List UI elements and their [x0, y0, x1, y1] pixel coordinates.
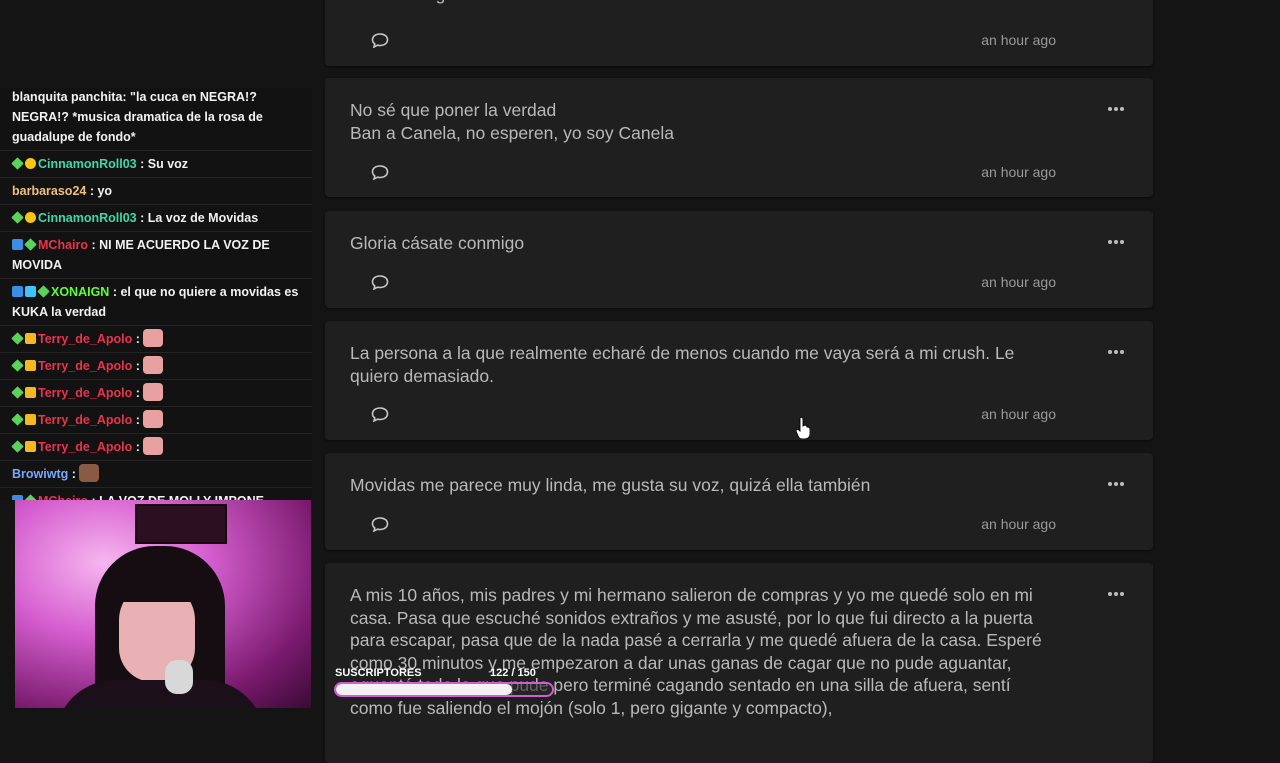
diamond-badge-icon — [11, 211, 24, 224]
webcam-feed — [15, 500, 311, 708]
confession-text: Gloria cásate conmigo — [350, 233, 525, 253]
chat-message: Terry_de_Apolo : — [0, 380, 312, 407]
chat-text: : La voz de Movidas — [140, 211, 259, 225]
more-options-icon[interactable] — [1108, 473, 1126, 486]
chat-username[interactable]: Terry_de_Apolo — [38, 413, 132, 427]
post-timestamp: an hour ago — [981, 406, 1056, 422]
emote-icon — [143, 356, 164, 374]
chat-message: Terry_de_Apolo : — [0, 407, 312, 434]
stream-chat: blanquita panchita: "la cuca en NEGRA!? … — [0, 88, 312, 500]
chat-username[interactable]: CinnamonRoll03 — [38, 211, 137, 225]
sub-badge-icon — [12, 286, 23, 297]
chat-text: : — [71, 467, 76, 481]
cube-badge-icon — [25, 286, 36, 297]
confession-card: No sé que poner la verdad Ban a Canela, … — [325, 78, 1153, 197]
crown-badge-icon — [25, 360, 36, 371]
post-timestamp: an hour ago — [981, 32, 1056, 48]
chat-text: blanquita panchita: "la cuca en NEGRA!? … — [12, 90, 263, 144]
subscriber-goal: SUSCRIPTORES 122 / 150 — [334, 667, 554, 699]
hand-cursor-icon — [796, 417, 810, 439]
diamond-badge-icon — [24, 238, 37, 251]
chat-text: : yo — [89, 184, 113, 198]
more-options-icon[interactable] — [1108, 231, 1126, 244]
chat-message: CinnamonRoll03 : Su voz — [0, 151, 312, 178]
crown-badge-icon — [25, 387, 36, 398]
more-options-icon[interactable] — [1108, 98, 1126, 111]
diamond-badge-icon — [11, 386, 24, 399]
subscriber-goal-count: 122 / 150 — [490, 667, 536, 679]
sub-badge-icon — [12, 239, 23, 250]
chat-message: blanquita panchita: "la cuca en NEGRA!? … — [0, 88, 312, 151]
comment-icon[interactable] — [371, 517, 389, 532]
crown-badge-icon — [25, 441, 36, 452]
chat-message: Terry_de_Apolo : — [0, 353, 312, 380]
emote-icon — [143, 383, 164, 401]
chat-username[interactable]: barbaraso24 — [12, 184, 86, 198]
confession-text: de mi en algunos años — [350, 0, 1053, 6]
emote-icon — [79, 464, 100, 482]
chat-message: Terry_de_Apolo : — [0, 326, 312, 353]
comment-icon[interactable] — [371, 275, 389, 290]
chat-message: MChairo : LA VOZ DE MOLLY IMPONE RESPETO… — [0, 488, 312, 500]
chat-username[interactable]: CinnamonRoll03 — [38, 157, 137, 171]
chat-username[interactable]: Terry_de_Apolo — [38, 332, 132, 346]
chat-username[interactable]: Terry_de_Apolo — [38, 440, 132, 454]
chat-text: : — [135, 413, 140, 427]
comment-icon[interactable] — [371, 165, 389, 180]
comment-icon[interactable] — [371, 407, 389, 422]
chat-message: Browiwtg : — [0, 461, 312, 488]
emote-icon — [143, 329, 164, 347]
emote-icon — [143, 410, 164, 428]
chat-text: : — [135, 359, 140, 373]
streamer-bangs — [115, 560, 201, 602]
confession-card: A mis 10 años, mis padres y mi hermano s… — [325, 563, 1153, 763]
chat-text: : — [135, 332, 140, 346]
confession-card: Movidas me parece muy linda, me gusta su… — [325, 453, 1153, 550]
comment-icon[interactable] — [371, 33, 389, 48]
diamond-badge-icon — [11, 157, 24, 170]
chat-text: : — [135, 440, 140, 454]
confession-text: No sé que poner la verdad Ban a Canela, … — [350, 100, 674, 143]
chat-username[interactable]: MChairo — [38, 238, 88, 252]
diamond-badge-icon — [11, 413, 24, 426]
diamond-badge-icon — [11, 359, 24, 372]
wall-frame — [135, 504, 227, 544]
chat-text: : Su voz — [140, 157, 189, 171]
chat-message: MChairo : NI ME ACUERDO LA VOZ DE MOVIDA — [0, 232, 312, 279]
emote-icon — [143, 437, 164, 455]
confession-text: Movidas me parece muy linda, me gusta su… — [350, 475, 871, 495]
crown-badge-icon — [25, 333, 36, 344]
confession-card: La persona a la que realmente echaré de … — [325, 321, 1153, 440]
chat-text: : — [135, 386, 140, 400]
streamer-shoulders — [55, 680, 265, 708]
microphone — [165, 660, 193, 694]
crown-badge-icon — [25, 414, 36, 425]
chat-message: Terry_de_Apolo : — [0, 434, 312, 461]
confession-card: Gloria cásate conmigo an hour ago — [325, 211, 1153, 308]
diamond-badge-icon — [37, 285, 50, 298]
chat-username[interactable]: XONAIGN — [51, 285, 109, 299]
chat-message: barbaraso24 : yo — [0, 178, 312, 205]
coin-badge-icon — [25, 212, 36, 223]
chat-username[interactable]: Terry_de_Apolo — [38, 359, 132, 373]
subscriber-goal-bar — [334, 682, 554, 697]
post-timestamp: an hour ago — [981, 274, 1056, 290]
chat-message: XONAIGN : el que no quiere a movidas es … — [0, 279, 312, 326]
coin-badge-icon — [25, 158, 36, 169]
chat-message: CinnamonRoll03 : La voz de Movidas — [0, 205, 312, 232]
chat-username[interactable]: Terry_de_Apolo — [38, 386, 132, 400]
more-options-icon[interactable] — [1108, 583, 1126, 596]
chat-username[interactable]: Browiwtg — [12, 467, 68, 481]
confession-text: La persona a la que realmente echaré de … — [350, 343, 1015, 386]
diamond-badge-icon — [11, 440, 24, 453]
post-timestamp: an hour ago — [981, 516, 1056, 532]
confession-card: de mi en algunos años an hour ago — [325, 0, 1153, 66]
post-timestamp: an hour ago — [981, 164, 1056, 180]
subscriber-goal-fill — [336, 684, 512, 695]
diamond-badge-icon — [11, 332, 24, 345]
more-options-icon[interactable] — [1108, 341, 1126, 354]
subscriber-goal-label: SUSCRIPTORES — [335, 667, 422, 679]
